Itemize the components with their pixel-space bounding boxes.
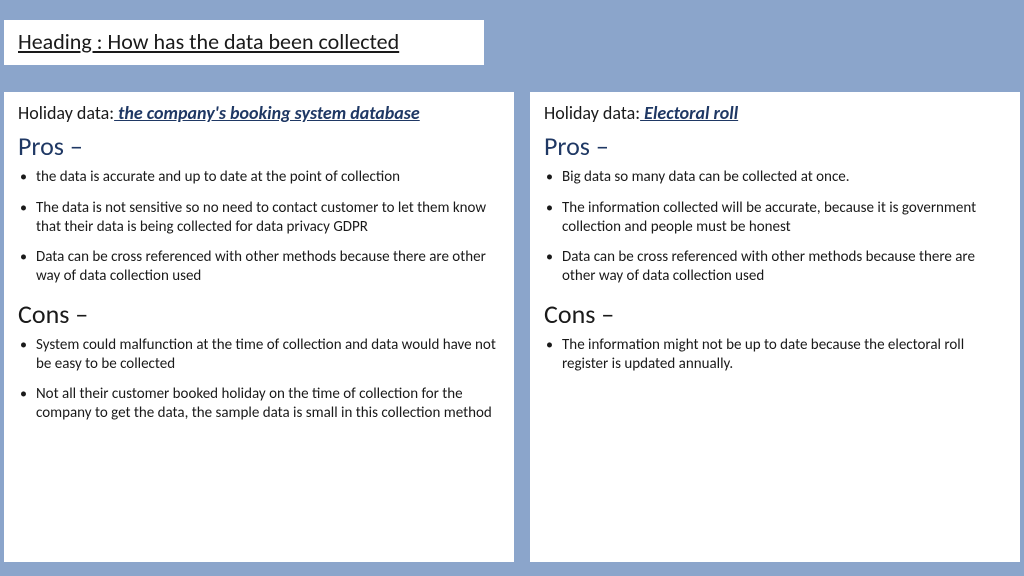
list-item: Data can be cross referenced with other … bbox=[18, 248, 500, 286]
list-item: The information collected will be accura… bbox=[544, 199, 1006, 237]
columns-container: Holiday data: the company's booking syst… bbox=[4, 92, 1020, 562]
page-heading: Heading : How has the data been collecte… bbox=[18, 28, 399, 55]
right-source-prefix: Holiday data: bbox=[544, 102, 640, 124]
list-item: Not all their customer booked holiday on… bbox=[18, 385, 500, 423]
right-column: Holiday data: Electoral roll Pros – Big … bbox=[530, 92, 1020, 562]
list-item: Data can be cross referenced with other … bbox=[544, 248, 1006, 286]
list-item: The information might not be up to date … bbox=[544, 336, 1006, 374]
right-source-line: Holiday data: Electoral roll bbox=[544, 102, 1006, 124]
left-source-line: Holiday data: the company's booking syst… bbox=[18, 102, 500, 124]
right-pros-label: Pros – bbox=[544, 130, 1006, 162]
left-column: Holiday data: the company's booking syst… bbox=[4, 92, 514, 562]
right-cons-list: The information might not be up to date … bbox=[544, 336, 1006, 374]
right-pros-list: Big data so many data can be collected a… bbox=[544, 168, 1006, 286]
list-item: the data is accurate and up to date at t… bbox=[18, 168, 500, 187]
left-cons-list: System could malfunction at the time of … bbox=[18, 336, 500, 423]
left-source-highlight: the company's booking system database bbox=[114, 102, 420, 124]
left-pros-label: Pros – bbox=[18, 130, 500, 162]
left-source-prefix: Holiday data: bbox=[18, 102, 114, 124]
right-cons-label: Cons – bbox=[544, 298, 1006, 330]
left-cons-label: Cons – bbox=[18, 298, 500, 330]
heading-box: Heading : How has the data been collecte… bbox=[4, 20, 484, 65]
list-item: System could malfunction at the time of … bbox=[18, 336, 500, 374]
list-item: Big data so many data can be collected a… bbox=[544, 168, 1006, 187]
left-pros-list: the data is accurate and up to date at t… bbox=[18, 168, 500, 286]
right-source-highlight: Electoral roll bbox=[640, 102, 738, 124]
list-item: The data is not sensitive so no need to … bbox=[18, 199, 500, 237]
